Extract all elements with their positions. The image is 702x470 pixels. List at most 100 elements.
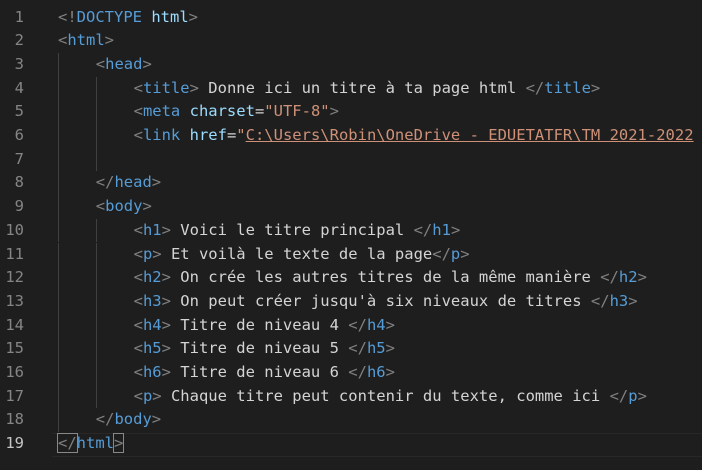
code-token: >: [628, 291, 638, 310]
code-token: >: [161, 268, 171, 287]
code-token: <: [133, 220, 143, 239]
code-token: </: [348, 363, 367, 381]
code-token: >: [161, 339, 171, 358]
code-token: h5: [366, 339, 386, 358]
code-token: h1: [142, 220, 162, 239]
code-token: p: [142, 244, 153, 263]
indent-guide: [95, 384, 97, 409]
code-token: <: [133, 339, 143, 358]
code-token: "UTF-8": [264, 102, 330, 121]
line-number: 13: [5, 291, 24, 310]
indent-guide: [95, 289, 97, 314]
code-line[interactable]: <h2> On crée les autres titres de la mêm…: [134, 266, 647, 290]
code-token: <: [95, 197, 106, 216]
indent-guide: [95, 147, 97, 172]
code-token: On peut créer jusqu'à six niveaux de tit…: [170, 291, 591, 310]
code-token: >: [590, 78, 601, 97]
code-token: link: [142, 126, 181, 144]
indent-guide: [95, 100, 97, 124]
code-token: </: [600, 268, 619, 287]
code-line[interactable]: <head>: [96, 53, 152, 77]
code-line[interactable]: <p> Chaque titre peut contenir du texte,…: [134, 385, 647, 409]
indent-guide: [58, 171, 59, 196]
code-token: <: [133, 78, 143, 97]
code-token: >: [152, 244, 162, 263]
code-editor[interactable]: 1 2 3 4 5 6 7 8 9 10 11 12 13 14 15 16 17 18 19 <!DOCTYPE …: [0, 0, 702, 470]
line-number: 15: [5, 339, 24, 358]
code-token: >: [142, 197, 152, 216]
code-token: h3: [142, 291, 162, 310]
code-token: </: [525, 78, 545, 97]
code-token: meta: [142, 102, 181, 121]
code-line[interactable]: <body>: [96, 195, 152, 219]
code-token: </: [413, 220, 433, 239]
code-token: =: [226, 126, 237, 144]
code-token: >: [385, 363, 395, 381]
code-token: p: [450, 244, 461, 263]
code-line[interactable]: <h4> Titre de niveau 4 </h4>: [134, 314, 395, 338]
code-token: h2: [618, 268, 638, 287]
code-token: head: [105, 54, 143, 73]
code-token: h4: [366, 315, 386, 334]
code-line[interactable]: <link href="C:\Users\Robin\OneDrive - ED…: [134, 124, 694, 148]
code-token: p: [142, 386, 153, 405]
indent-guide: [58, 147, 59, 172]
code-token: </: [95, 410, 115, 429]
line-number: 19: [5, 434, 24, 453]
code-token: </: [348, 339, 367, 358]
indent-guide: [58, 76, 59, 101]
code-token: C:\Users\Robin\OneDrive - EDUETATFR\TM 2…: [245, 126, 694, 144]
code-token: <: [133, 268, 143, 287]
code-token: </: [432, 244, 451, 263]
code-token: >: [104, 31, 115, 50]
code-token: <: [133, 244, 143, 263]
line-number: 11: [5, 244, 24, 263]
indent-guide: [58, 289, 59, 314]
indent-guide: [58, 52, 59, 77]
code-token: Titre de niveau 4: [170, 315, 349, 334]
code-token: >: [637, 386, 647, 405]
code-token: charset: [189, 102, 255, 121]
line-number: 17: [5, 386, 24, 405]
code-token: >: [161, 363, 171, 381]
code-line[interactable]: <h5> Titre de niveau 5 </h5>: [134, 337, 395, 361]
indent-guide: [95, 337, 97, 361]
code-token: title: [142, 78, 190, 97]
code-token: <: [133, 126, 143, 144]
code-line[interactable]: </head>: [96, 171, 161, 195]
code-area[interactable]: <!DOCTYPE html> <html> <head> <title> Donne…: [57, 0, 702, 470]
code-line[interactable]: <meta charset="UTF-8">: [134, 100, 339, 124]
code-line[interactable]: <html>: [58, 29, 114, 53]
code-token: >: [385, 339, 395, 358]
code-token: href: [189, 126, 227, 144]
code-token: h3: [609, 291, 629, 310]
code-token: <: [133, 315, 143, 334]
code-token: Titre de niveau 5: [170, 339, 349, 358]
code-token: <: [133, 363, 143, 381]
indent-guide: [95, 242, 97, 267]
code-line[interactable]: </body>: [96, 408, 161, 432]
code-token: ": [236, 126, 246, 144]
indent-guide: [58, 195, 59, 219]
indent-guide: [58, 337, 59, 361]
line-number: 4: [14, 78, 24, 97]
line-number: 18: [5, 410, 24, 429]
code-line[interactable]: <p> Et voilà le texte de la page</p>: [134, 243, 470, 267]
code-token: h6: [366, 363, 386, 381]
indent-guide: [58, 124, 59, 148]
code-token: html: [76, 434, 114, 453]
code-line[interactable]: <h3> On peut créer jusqu'à six niveaux d…: [134, 290, 638, 314]
code-line[interactable]: <h1> Voici le titre principal </h1>: [134, 219, 461, 243]
code-line[interactable]: <title> Donne ici un titre à ta page htm…: [134, 77, 601, 101]
line-number: 1: [14, 7, 24, 26]
code-line[interactable]: </html>: [57, 432, 125, 456]
line-number: 12: [5, 268, 24, 287]
code-token: title: [544, 78, 591, 97]
code-line[interactable]: <h6> Titre de niveau 6 </h6>: [134, 361, 395, 385]
code-line[interactable]: <!DOCTYPE html>: [58, 6, 198, 30]
indent-guide: [95, 218, 97, 243]
code-token: >: [151, 410, 162, 429]
code-token: Voici le titre principal: [170, 220, 414, 239]
